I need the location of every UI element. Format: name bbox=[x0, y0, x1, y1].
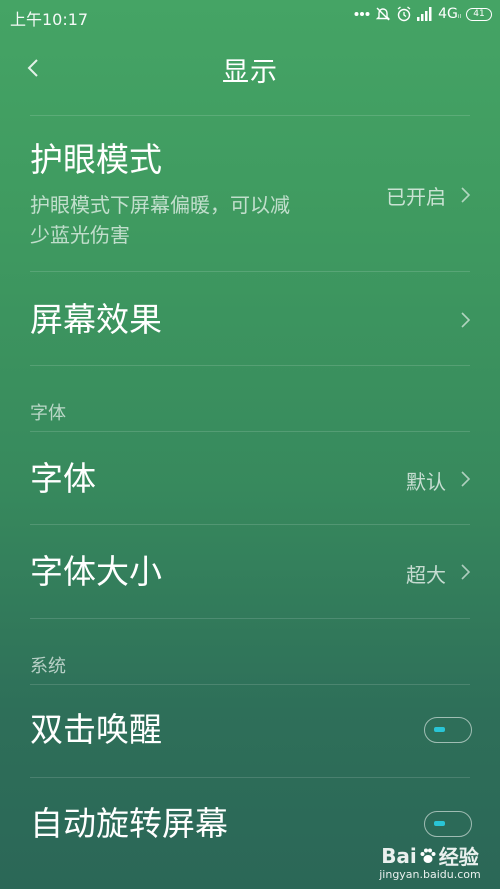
font-title: 字体 bbox=[30, 459, 96, 498]
eye-care-mode-value: 已开启 bbox=[386, 185, 446, 209]
font-size-row[interactable]: 字体大小 超大 bbox=[30, 525, 472, 618]
chevron-right-icon bbox=[461, 564, 471, 580]
toggle-knob bbox=[434, 821, 445, 826]
divider bbox=[30, 365, 470, 366]
chevron-right-icon bbox=[461, 187, 471, 203]
paw-icon bbox=[420, 848, 436, 863]
baidu-jingyan-watermark: Bai 经验 jingyan.baidu.com bbox=[370, 841, 490, 882]
double-tap-wake-title: 双击唤醒 bbox=[30, 710, 162, 749]
back-button[interactable] bbox=[18, 50, 48, 86]
double-tap-wake-row[interactable]: 双击唤醒 bbox=[30, 685, 472, 777]
font-size-title: 字体大小 bbox=[30, 552, 162, 591]
section-header-font: 字体 bbox=[30, 403, 66, 424]
chevron-right-icon bbox=[461, 312, 471, 328]
auto-rotate-title: 自动旋转屏幕 bbox=[30, 804, 228, 843]
page-title: 显示 bbox=[222, 57, 278, 88]
font-row[interactable]: 字体 默认 bbox=[30, 432, 472, 524]
chevron-right-icon bbox=[461, 471, 471, 487]
auto-rotate-toggle[interactable] bbox=[424, 811, 472, 837]
font-size-value: 超大 bbox=[406, 563, 446, 587]
status-bar: 上午10:17 4Gᵢₗ 41 bbox=[0, 0, 500, 34]
section-header-system: 系统 bbox=[30, 656, 66, 677]
more-dots-icon bbox=[354, 11, 370, 17]
status-icons: 4Gᵢₗ 41 bbox=[354, 6, 492, 22]
chevron-left-icon bbox=[27, 59, 38, 77]
nav-bar: 显示 bbox=[0, 40, 500, 98]
battery-icon: 41 bbox=[466, 7, 492, 21]
status-time: 上午10:17 bbox=[10, 10, 89, 29]
screen-effect-title: 屏幕效果 bbox=[30, 300, 162, 339]
signal-icon bbox=[417, 7, 433, 21]
alarm-icon bbox=[396, 6, 412, 22]
double-tap-wake-toggle[interactable] bbox=[424, 717, 472, 743]
font-value: 默认 bbox=[406, 470, 446, 494]
eye-care-mode-title: 护眼模式 bbox=[30, 140, 162, 179]
toggle-knob bbox=[434, 727, 445, 732]
baidu-logo: Bai 经验 bbox=[381, 843, 479, 870]
network-type: 4Gᵢₗ bbox=[438, 6, 461, 22]
screen-effect-row[interactable]: 屏幕效果 bbox=[30, 272, 472, 365]
eye-care-mode-subtitle: 护眼模式下屏幕偏暖，可以减 少蓝光伤害 bbox=[30, 193, 290, 247]
mute-icon bbox=[375, 6, 391, 22]
eye-care-mode-row[interactable]: 护眼模式 护眼模式下屏幕偏暖，可以减 少蓝光伤害 已开启 bbox=[30, 116, 472, 271]
watermark-url: jingyan.baidu.com bbox=[379, 868, 481, 881]
divider bbox=[30, 618, 470, 619]
